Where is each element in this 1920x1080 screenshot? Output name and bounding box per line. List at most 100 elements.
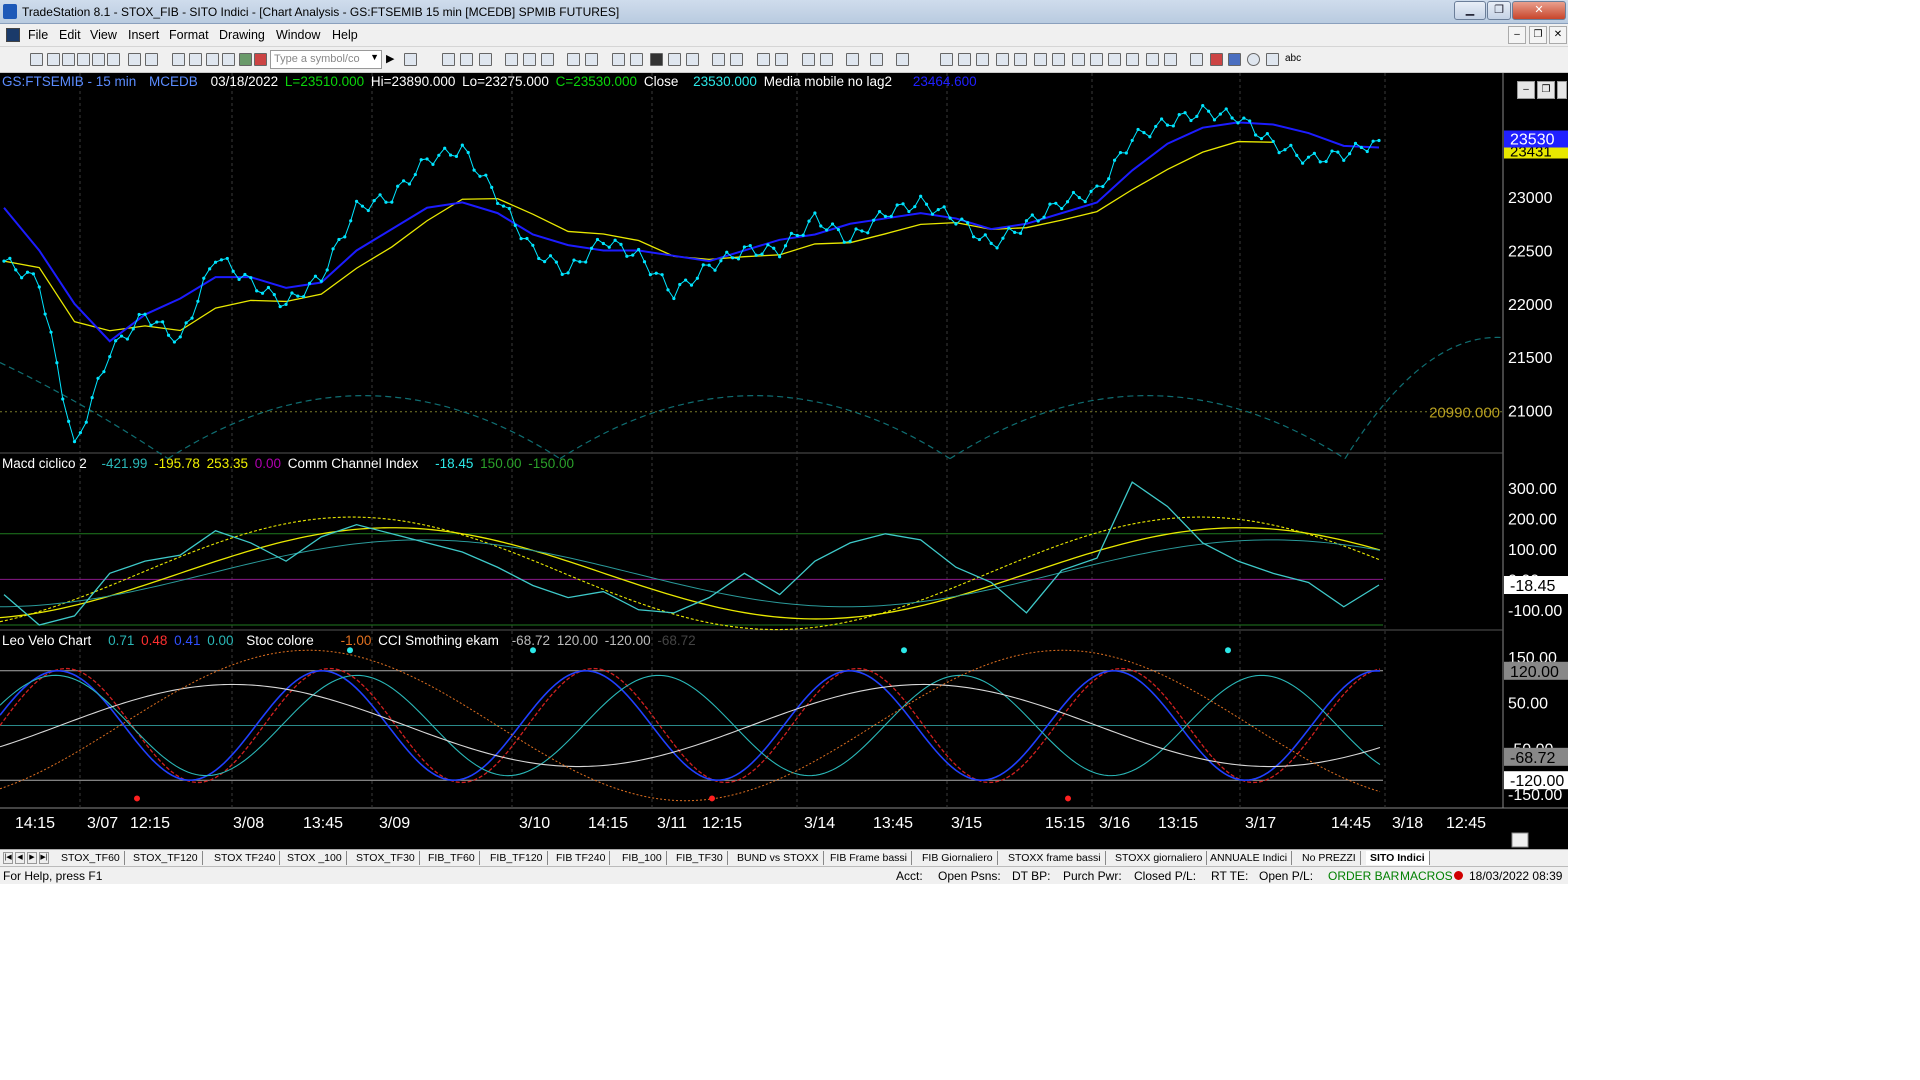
tab-fib-tf240[interactable]: FIB TF240 xyxy=(552,851,611,865)
chevron-down-icon[interactable]: ▼ xyxy=(370,52,379,62)
arc-icon[interactable] xyxy=(1164,53,1177,66)
radarscreen-icon[interactable] xyxy=(189,53,202,66)
open-icon[interactable] xyxy=(47,53,60,66)
zoom-out-icon[interactable] xyxy=(775,53,788,66)
scanner-icon[interactable] xyxy=(222,53,235,66)
tick-chart-icon[interactable] xyxy=(650,53,663,66)
indicator-icon[interactable] xyxy=(505,53,518,66)
bar-spacing-icon[interactable] xyxy=(712,53,725,66)
andrews-pitchfork-icon[interactable] xyxy=(1146,53,1159,66)
menu-help[interactable]: Help xyxy=(332,28,358,42)
arrow-horizontal-icon[interactable] xyxy=(1108,53,1121,66)
fib-extension-icon[interactable] xyxy=(1034,53,1047,66)
square-icon[interactable] xyxy=(1266,53,1279,66)
bar-chart-icon[interactable] xyxy=(442,53,455,66)
tab-stox-tf120[interactable]: STOX_TF120 xyxy=(129,851,203,865)
horizontal-line-icon[interactable] xyxy=(976,53,989,66)
tab-stoxx-frame-bassi[interactable]: STOXX frame bassi xyxy=(1004,851,1106,865)
symbol-input[interactable]: Type a symbol/co ▼ xyxy=(270,50,382,69)
save-icon[interactable] xyxy=(77,53,90,66)
compress-icon[interactable] xyxy=(585,53,598,66)
tab-annuale-indici[interactable]: ANNUALE Indici xyxy=(1206,851,1293,865)
arrow-up-icon[interactable] xyxy=(1228,53,1241,66)
tab-no-prezzi[interactable]: No PREZZI xyxy=(1298,851,1361,865)
expand-icon[interactable] xyxy=(567,53,580,66)
trendline-icon[interactable] xyxy=(940,53,953,66)
drawing-toolbar-icon[interactable] xyxy=(870,53,883,66)
close-button[interactable]: ✕ xyxy=(1512,1,1566,20)
macros-status[interactable]: MACROS xyxy=(1400,869,1453,883)
open-workspace-icon[interactable] xyxy=(62,53,75,66)
pane-close-button[interactable] xyxy=(1557,81,1567,99)
menu-format[interactable]: Format xyxy=(169,28,209,42)
tab-fib-tf120[interactable]: FIB_TF120 xyxy=(486,851,548,865)
close-window-icon[interactable] xyxy=(107,53,120,66)
tab-sito-indici[interactable]: SITO Indici xyxy=(1366,851,1430,865)
scroll-right-icon[interactable] xyxy=(686,53,699,66)
alerts-icon[interactable] xyxy=(254,53,267,66)
speedline-icon[interactable] xyxy=(1090,53,1103,66)
document-menu-icon[interactable] xyxy=(6,28,20,42)
menu-view[interactable]: View xyxy=(90,28,117,42)
text-tool-icon[interactable]: abc xyxy=(1285,53,1301,64)
tab-fib-tf30[interactable]: FIB_TF30 xyxy=(672,851,728,865)
print-preview-icon[interactable] xyxy=(128,53,141,66)
regression-icon[interactable] xyxy=(1052,53,1065,66)
hammer-icon[interactable] xyxy=(846,53,859,66)
menu-drawing[interactable]: Drawing xyxy=(219,28,265,42)
maximize-button[interactable]: ❐ xyxy=(1487,1,1511,20)
tab-stox-tf240[interactable]: STOX TF240 xyxy=(210,851,281,865)
tab-stox-tf30[interactable]: STOX_TF30 xyxy=(352,851,420,865)
bar-spacing-less-icon[interactable] xyxy=(730,53,743,66)
tab-fib-tf60[interactable]: FIB_TF60 xyxy=(424,851,480,865)
format-icon[interactable] xyxy=(541,53,554,66)
freehand-icon[interactable] xyxy=(1190,53,1203,66)
menu-edit[interactable]: Edit xyxy=(59,28,81,42)
tab-next-icon[interactable]: ▶ xyxy=(27,852,37,864)
chart-analysis-window[interactable]: 23000 22500 22000 21500 21000 20990.000 23431 2… xyxy=(0,73,1568,849)
zoom-in-icon[interactable] xyxy=(757,53,770,66)
line-chart-icon[interactable] xyxy=(460,53,473,66)
strategy-icon[interactable] xyxy=(239,53,252,66)
new-icon[interactable] xyxy=(30,53,43,66)
mdi-restore-button[interactable]: ❐ xyxy=(1529,26,1547,44)
channel-icon[interactable] xyxy=(1126,53,1139,66)
notes-icon[interactable] xyxy=(896,53,909,66)
fib-retracement-icon[interactable] xyxy=(1014,53,1027,66)
mdi-minimize-button[interactable]: – xyxy=(1508,26,1526,44)
play-icon[interactable]: ▶ xyxy=(386,52,394,65)
link-icon[interactable] xyxy=(630,53,643,66)
strategy-insert-icon[interactable] xyxy=(523,53,536,66)
tab-bund-vs-stoxx[interactable]: BUND vs STOXX xyxy=(733,851,824,865)
scroll-left-icon[interactable] xyxy=(668,53,681,66)
print-icon[interactable] xyxy=(145,53,158,66)
menu-insert[interactable]: Insert xyxy=(128,28,159,42)
symbol-lookup-icon[interactable] xyxy=(404,53,417,66)
matrix-icon[interactable] xyxy=(206,53,219,66)
pointer-icon[interactable] xyxy=(802,53,815,66)
crosshair-icon[interactable] xyxy=(820,53,833,66)
tab-first-icon[interactable]: |◀ xyxy=(3,852,13,864)
minimize-button[interactable]: ▁ xyxy=(1454,1,1486,20)
tab-fib-frame-bassi[interactable]: FIB Frame bassi xyxy=(826,851,913,865)
candles-icon[interactable] xyxy=(479,53,492,66)
tab-prev-icon[interactable]: ◀ xyxy=(15,852,25,864)
data-window-icon[interactable] xyxy=(612,53,625,66)
mdi-close-button[interactable]: ✕ xyxy=(1549,26,1567,44)
gann-icon[interactable] xyxy=(1072,53,1085,66)
rectangle-icon[interactable] xyxy=(996,53,1009,66)
pane-minimize-button[interactable]: – xyxy=(1517,81,1535,99)
menu-file[interactable]: File xyxy=(28,28,48,42)
tab-stoxx-giornaliero[interactable]: STOXX giornaliero xyxy=(1111,851,1208,865)
tab-stox-100[interactable]: STOX _100 xyxy=(283,851,347,865)
pane-restore-button[interactable]: ❐ xyxy=(1537,81,1555,99)
menu-window[interactable]: Window xyxy=(276,28,320,42)
tab-fib-100[interactable]: FIB_100 xyxy=(618,851,667,865)
order-bar-status[interactable]: ORDER BAR xyxy=(1328,869,1399,883)
tab-fib-giornaliero[interactable]: FIB Giornaliero xyxy=(918,851,998,865)
ellipse-icon[interactable] xyxy=(1247,53,1260,66)
tab-last-icon[interactable]: ▶| xyxy=(39,852,49,864)
chart-analysis-icon[interactable] xyxy=(172,53,185,66)
tab-stox-tf60[interactable]: STOX_TF60 xyxy=(57,851,125,865)
vertical-line-icon[interactable] xyxy=(958,53,971,66)
